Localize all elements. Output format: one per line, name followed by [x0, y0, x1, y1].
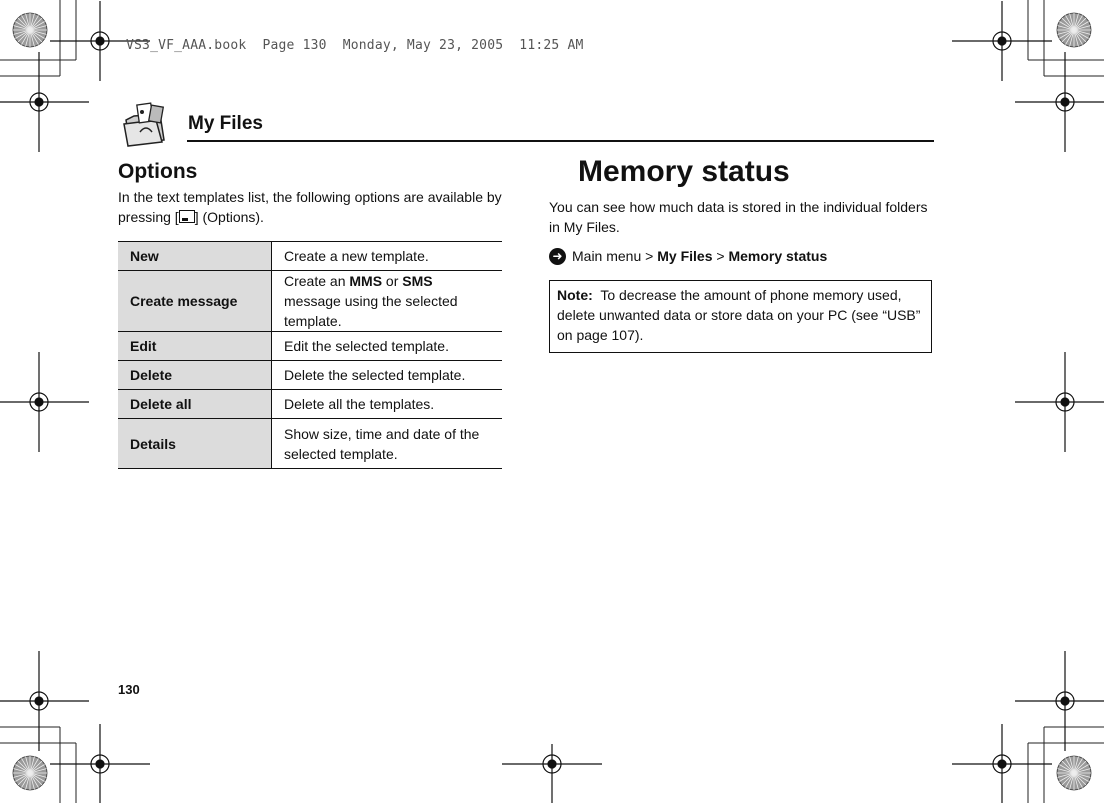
option-desc: Delete the selected template.	[271, 360, 502, 390]
menu-path-prefix: Main menu	[572, 248, 642, 264]
menu-path-separator: >	[641, 248, 658, 264]
arrow-right-circle-icon: ➜	[549, 247, 566, 265]
option-desc: Edit the selected template.	[271, 331, 502, 361]
note-box: Note: To decrease the amount of phone me…	[549, 280, 932, 353]
option-key: Create message	[118, 270, 272, 332]
memory-status-heading: Memory status	[578, 155, 790, 188]
option-desc: Create an MMS or SMS message using the s…	[271, 270, 502, 332]
table-row: New Create a new template.	[118, 241, 502, 271]
option-key: Delete all	[118, 389, 272, 419]
memory-status-intro: You can see how much data is stored in t…	[549, 199, 928, 235]
chapter-rule	[187, 140, 934, 142]
option-desc: Show size, time and date of the selected…	[271, 418, 502, 469]
print-slug: VS3_VF_AAA.book Page 130 Monday, May 23,…	[126, 38, 584, 53]
menu-path-separator: >	[712, 248, 729, 264]
options-heading: Options	[118, 160, 198, 183]
menu-path-step-my-files: My Files	[657, 248, 713, 264]
folder-files-icon	[123, 102, 165, 147]
table-row: Edit Edit the selected template.	[118, 331, 502, 361]
option-key: Details	[118, 418, 272, 469]
note-label: Note:	[557, 287, 593, 303]
option-desc: Create a new template.	[271, 241, 502, 271]
options-table: New Create a new template. Create messag…	[118, 241, 502, 469]
table-row: Details Show size, time and date of the …	[118, 418, 502, 469]
menu-path-step-memory-status: Memory status	[728, 248, 828, 264]
note-text: To decrease the amount of phone memory u…	[557, 287, 921, 343]
options-intro: In the text templates list, the followin…	[118, 187, 502, 227]
desc-text: or	[382, 273, 403, 289]
table-row: Delete all Delete all the templates.	[118, 389, 502, 419]
table-row: Delete Delete the selected template.	[118, 360, 502, 390]
table-row: Create message Create an MMS or SMS mess…	[118, 270, 502, 332]
page-number: 130	[118, 682, 140, 697]
option-key: Delete	[118, 360, 272, 390]
option-key: Edit	[118, 331, 272, 361]
desc-bold-mms: MMS	[349, 273, 383, 289]
menu-path: ➜ Main menu > My Files > Memory status	[549, 246, 827, 266]
left-softkey-icon	[178, 210, 195, 223]
option-desc: Delete all the templates.	[271, 389, 502, 419]
desc-text: message using the selected template.	[284, 293, 458, 329]
desc-bold-sms: SMS	[402, 273, 433, 289]
options-intro-text-after: ] (Options).	[194, 209, 264, 225]
desc-text: Create an	[284, 273, 350, 289]
options-intro-text-before: In the text templates list, the followin…	[118, 189, 502, 225]
option-key: New	[118, 241, 272, 271]
chapter-title: My Files	[188, 113, 263, 134]
